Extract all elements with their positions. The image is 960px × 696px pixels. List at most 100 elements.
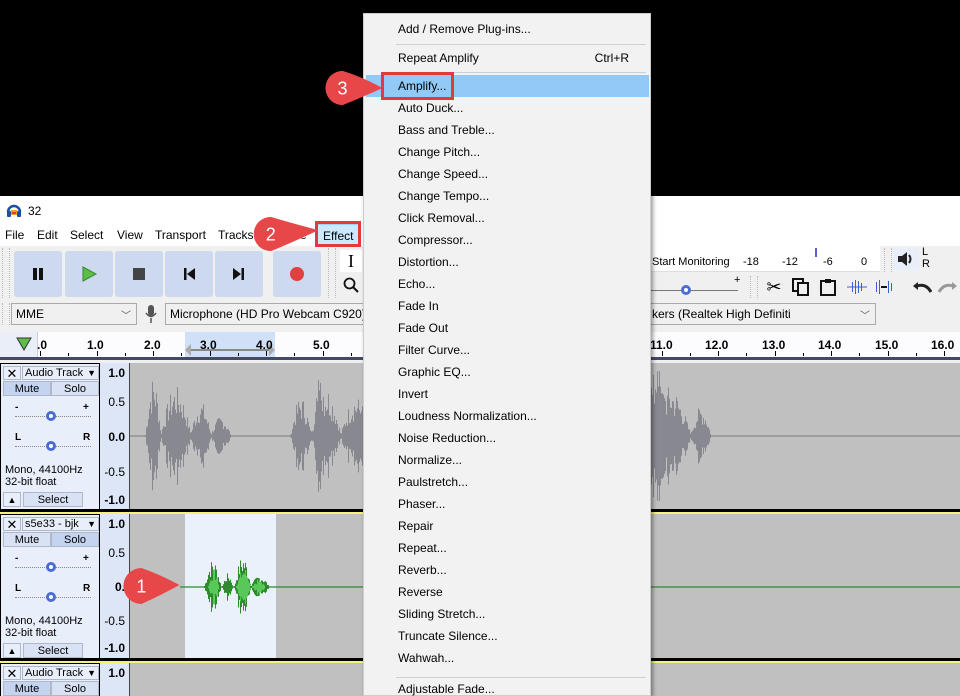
select-track-button[interactable]: Select	[23, 643, 83, 658]
menu-item-reverb[interactable]: Reverb...	[366, 559, 649, 581]
waveform-sample	[246, 575, 247, 599]
play-icon	[82, 266, 97, 282]
close-track-button[interactable]: ✕	[3, 666, 21, 680]
menu-item-change-speed[interactable]: Change Speed...	[366, 163, 649, 185]
menu-item-repeat-amplify[interactable]: Repeat Amplify Ctrl+R	[366, 47, 649, 69]
skip-to-start-button[interactable]	[165, 251, 213, 297]
effect-menu-dropdown: Add / Remove Plug-ins... Repeat Amplify …	[363, 13, 651, 696]
menu-item-graphic-eq[interactable]: Graphic EQ...	[366, 361, 649, 383]
waveform-sample	[238, 580, 239, 594]
silence-audio-button[interactable]	[872, 276, 896, 298]
menu-item-noise-reduction[interactable]: Noise Reduction...	[366, 427, 649, 449]
pan-slider-knob[interactable]	[46, 441, 56, 451]
menu-tracks[interactable]: Tracks	[218, 228, 254, 242]
pan-slider-knob[interactable]	[46, 592, 56, 602]
waveform-sample	[683, 424, 684, 448]
undo-button[interactable]	[910, 276, 934, 298]
toolbar-grip[interactable]	[2, 248, 10, 298]
recording-meter[interactable]: Start Monitoring -18 -12 -6 0	[648, 246, 880, 272]
menu-item-echo[interactable]: Echo...	[366, 273, 649, 295]
menu-item-add-remove-plugins[interactable]: Add / Remove Plug-ins...	[366, 18, 649, 40]
waveform-sample	[360, 414, 361, 458]
menu-item-loudness-normalization[interactable]: Loudness Normalization...	[366, 405, 649, 427]
menu-item-repair[interactable]: Repair	[366, 515, 649, 537]
collapse-track-button[interactable]: ▲	[3, 643, 21, 658]
waveform-sample	[651, 429, 652, 443]
gain-slider-knob[interactable]	[46, 562, 56, 572]
menu-transport[interactable]: Transport	[155, 228, 206, 242]
stop-button[interactable]	[115, 251, 163, 297]
gain-slider-knob[interactable]	[46, 411, 56, 421]
redo-button[interactable]	[936, 276, 960, 298]
recording-device-select[interactable]: Microphone (HD Pro Webcam C920)	[165, 303, 365, 325]
solo-button[interactable]: Solo	[51, 532, 99, 547]
track-name-menu[interactable]: s5e33 - bjk ▼	[22, 517, 99, 531]
pause-button[interactable]	[14, 251, 62, 297]
mute-button[interactable]: Mute	[3, 381, 51, 396]
solo-button[interactable]: Solo	[51, 381, 99, 396]
waveform-sample	[257, 579, 258, 595]
menu-item-phaser[interactable]: Phaser...	[366, 493, 649, 515]
play-speed-slider[interactable]: +	[648, 274, 744, 298]
playback-device-select[interactable]: kers (Realtek High Definiti ﹀	[648, 303, 876, 325]
menu-item-wahwah[interactable]: Wahwah...	[366, 647, 649, 669]
track-name-menu[interactable]: Audio Track ▼	[22, 366, 99, 380]
start-monitoring-label[interactable]: Start Monitoring	[652, 256, 730, 268]
waveform-sample	[268, 585, 269, 589]
menu-edit[interactable]: Edit	[37, 228, 58, 242]
waveform-sample	[208, 586, 209, 588]
menu-select[interactable]: Select	[70, 228, 103, 242]
trim-audio-button[interactable]	[845, 276, 869, 298]
cut-button[interactable]: ✂	[762, 276, 786, 298]
audio-host-select[interactable]: MME ﹀	[11, 303, 137, 325]
copy-button[interactable]	[789, 276, 813, 298]
menu-item-paulstretch[interactable]: Paulstretch...	[366, 471, 649, 493]
paste-button[interactable]	[816, 276, 840, 298]
toolbar-grip[interactable]	[328, 248, 336, 298]
collapse-track-button[interactable]: ▲	[3, 492, 21, 507]
menu-item-filter-curve[interactable]: Filter Curve...	[366, 339, 649, 361]
selection-tool[interactable]: I	[340, 250, 362, 272]
waveform-sample	[188, 428, 189, 444]
menu-item-change-tempo[interactable]: Change Tempo...	[366, 185, 649, 207]
select-track-button[interactable]: Select	[23, 492, 83, 507]
waveform-sample	[302, 402, 303, 470]
close-track-button[interactable]: ✕	[3, 366, 21, 380]
menu-item-auto-duck[interactable]: Auto Duck...	[366, 97, 649, 119]
toolbar-grip[interactable]	[750, 276, 758, 298]
play-head-area[interactable]	[0, 332, 38, 357]
slider-knob[interactable]	[681, 285, 691, 295]
mute-button[interactable]: Mute	[3, 532, 51, 547]
toolbar-grip[interactable]	[884, 248, 892, 272]
zoom-tool[interactable]	[340, 274, 362, 296]
menu-item-distortion[interactable]: Distortion...	[366, 251, 649, 273]
menu-item-truncate-silence[interactable]: Truncate Silence...	[366, 625, 649, 647]
toolbar-grip[interactable]	[2, 303, 10, 325]
menu-item-bass-and-treble[interactable]: Bass and Treble...	[366, 119, 649, 141]
close-track-button[interactable]: ✕	[3, 517, 21, 531]
menu-item-reverse[interactable]: Reverse	[366, 581, 649, 603]
waveform-sample	[224, 581, 225, 593]
play-button[interactable]	[65, 251, 113, 297]
menu-item-change-pitch[interactable]: Change Pitch...	[366, 141, 649, 163]
solo-button[interactable]: Solo	[51, 681, 99, 696]
playback-meter-button[interactable]	[893, 248, 919, 270]
track-name-menu[interactable]: Audio Track ▼	[22, 666, 99, 680]
selection-left-handle[interactable]	[185, 344, 191, 356]
waveform-sample	[705, 420, 706, 452]
menu-item-compressor[interactable]: Compressor...	[366, 229, 649, 251]
menu-item-adjustable-fade[interactable]: Adjustable Fade...	[366, 678, 649, 696]
menu-file[interactable]: File	[5, 228, 24, 242]
menu-item-repeat[interactable]: Repeat...	[366, 537, 649, 559]
record-button[interactable]	[273, 251, 321, 297]
menu-item-click-removal[interactable]: Click Removal...	[366, 207, 649, 229]
waveform-sample	[692, 430, 693, 442]
skip-to-end-button[interactable]	[215, 251, 263, 297]
menu-item-sliding-stretch[interactable]: Sliding Stretch...	[366, 603, 649, 625]
mute-button[interactable]: Mute	[3, 681, 51, 696]
menu-item-invert[interactable]: Invert	[366, 383, 649, 405]
menu-view[interactable]: View	[117, 228, 143, 242]
menu-item-fade-out[interactable]: Fade Out	[366, 317, 649, 339]
menu-item-fade-in[interactable]: Fade In	[366, 295, 649, 317]
menu-item-normalize[interactable]: Normalize...	[366, 449, 649, 471]
